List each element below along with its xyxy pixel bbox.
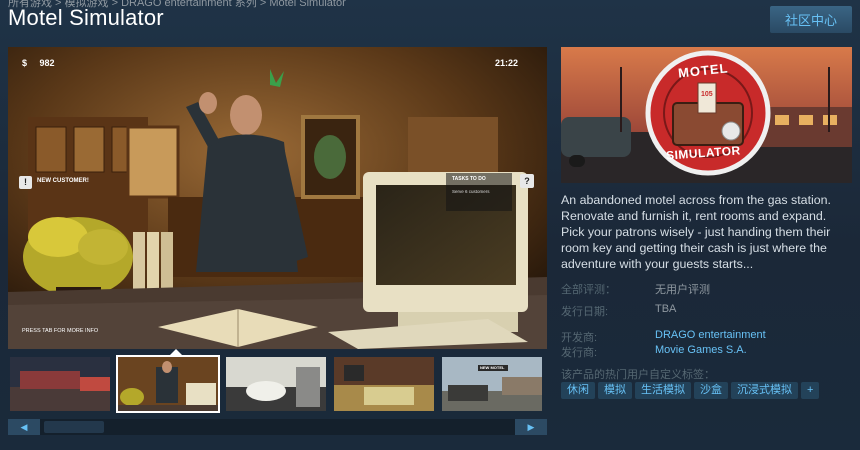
main-screenshot[interactable]: $ 982 21:22 ! NEW CUSTOMER! TASKS TO DO …	[8, 47, 547, 349]
community-hub-button[interactable]: 社区中心	[770, 6, 852, 33]
add-tag-button[interactable]: +	[801, 382, 820, 399]
notification-text: NEW CUSTOMER!	[37, 178, 89, 184]
scroll-thumb[interactable]	[44, 421, 104, 433]
publisher-link[interactable]: Movie Games S.A.	[655, 344, 747, 356]
reviews-label: 全部评测：	[561, 284, 616, 296]
tasks-title: TASKS TO DO	[452, 176, 486, 182]
developer-label: 开发商:	[561, 332, 598, 344]
tag-sandbox[interactable]: 沙盒	[694, 382, 728, 399]
developer-link[interactable]: DRAGO entertainment	[655, 329, 766, 341]
tag-casual[interactable]: 休闲	[561, 382, 595, 399]
money-value: 982	[39, 58, 55, 68]
scroll-right-button[interactable]: ▶	[515, 419, 547, 435]
money-hud: $ 982	[22, 58, 55, 68]
tag-life-sim[interactable]: 生活模拟	[635, 382, 691, 399]
tasks-panel: TASKS TO DO Serve 6 customers	[446, 173, 512, 211]
thumbnail-scrollbar[interactable]: ◀ ▶	[8, 419, 547, 435]
alert-icon: !	[19, 176, 32, 189]
tasks-item: Serve 6 customers	[452, 189, 490, 194]
hud-hint: PRESS TAB FOR MORE INFO	[22, 328, 99, 334]
tag-immersive-sim[interactable]: 沉浸式模拟	[731, 382, 798, 399]
release-value: TBA	[655, 303, 677, 315]
publisher-label: 发行商:	[561, 347, 598, 359]
thumbnail-5[interactable]: NEW MOTEL	[440, 355, 544, 413]
thumb-overlay-text: NEW MOTEL	[480, 365, 505, 370]
tag-simulation[interactable]: 模拟	[598, 382, 632, 399]
help-icon: ?	[520, 174, 534, 188]
thumbnail-1[interactable]	[8, 355, 112, 413]
release-label: 发行日期:	[561, 306, 609, 318]
thumbnail-3[interactable]	[224, 355, 328, 413]
screenshot-thumbnails: NEW MOTEL	[8, 349, 547, 415]
capsule-key-tag: 105	[701, 91, 713, 98]
clock-hud: 21:22	[495, 58, 519, 68]
game-description: An abandoned motel across from the gas s…	[561, 193, 831, 271]
page-title: Motel Simulator	[8, 5, 164, 30]
tags-title: 该产品的热门用户自定义标签：	[561, 369, 715, 381]
capsule-image: MOTEL 105 SIMULATOR	[561, 47, 852, 183]
scroll-left-button[interactable]: ◀	[8, 419, 40, 435]
thumbnail-2[interactable]	[116, 355, 220, 413]
reviews-value: 无用户评测	[655, 284, 710, 296]
tag-list: 休闲 模拟 生活模拟 沙盒 沉浸式模拟 +	[561, 382, 820, 399]
money-symbol: $	[22, 58, 28, 68]
thumbnail-4[interactable]	[332, 355, 436, 413]
